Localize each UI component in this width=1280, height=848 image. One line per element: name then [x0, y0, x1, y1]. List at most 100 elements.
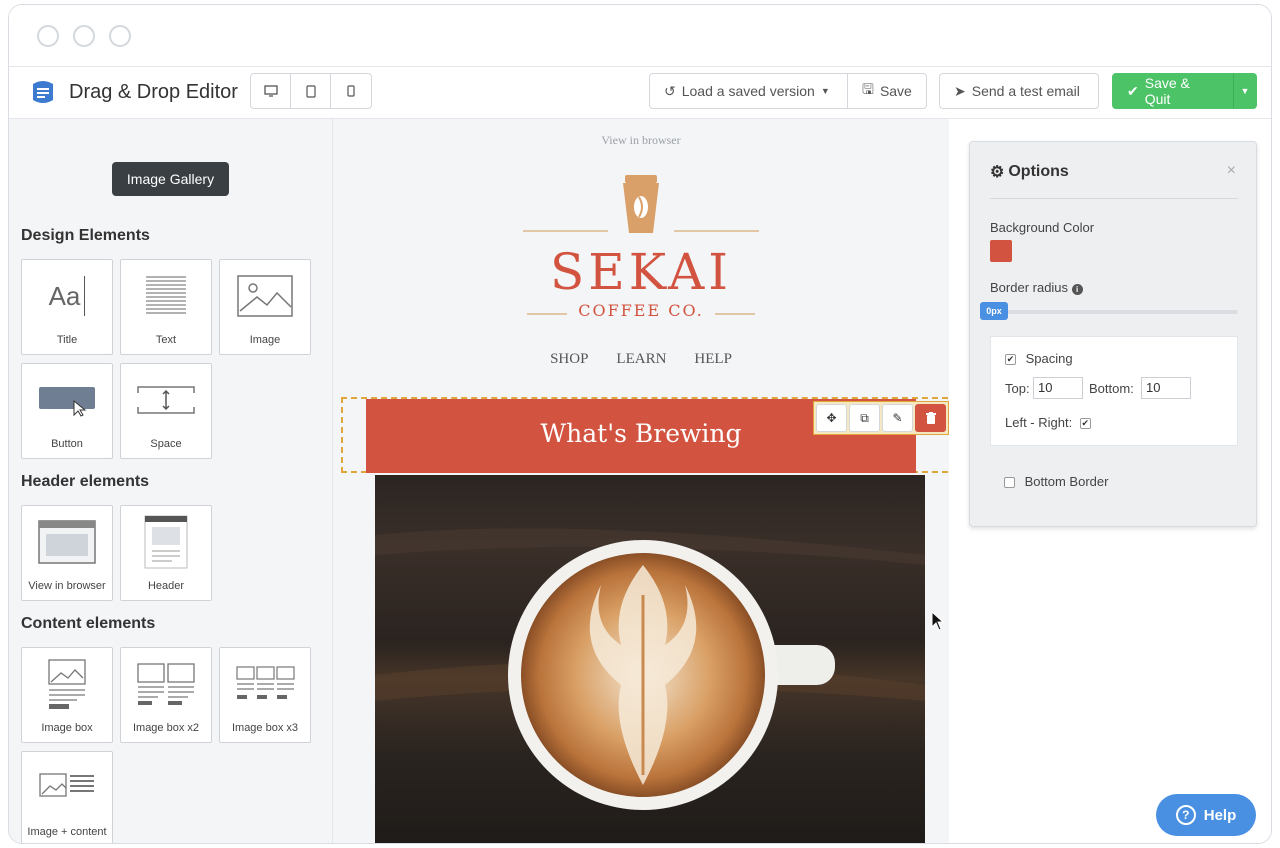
spacing-toggle[interactable]: ✔ Spacing [1005, 351, 1073, 366]
mobile-view-button[interactable] [331, 74, 371, 108]
spacing-top-input[interactable]: 10 [1033, 377, 1083, 399]
mobile-icon [347, 85, 355, 97]
tile-label: Image box x2 [132, 722, 200, 734]
text-element-icon [121, 270, 211, 322]
top-label: Top: [1005, 381, 1030, 396]
border-radius-slider-handle[interactable]: 0px [980, 302, 1008, 320]
nav-link-help[interactable]: HELP [694, 351, 732, 368]
window-close-button[interactable] [37, 25, 59, 47]
delete-block-button[interactable] [915, 404, 946, 432]
left-right-label: Left - Right: [1005, 415, 1073, 430]
border-radius-text: Border radius [990, 280, 1069, 295]
tile-label: View in browser [28, 580, 106, 592]
tile-label: Space [150, 438, 182, 450]
logo-rule [523, 230, 608, 232]
brand-name: SEKAI [550, 243, 732, 301]
image-box-icon [22, 658, 112, 710]
save-button[interactable]: 🖫 Save [847, 73, 927, 109]
send-test-email-label: Send a test email [971, 83, 1080, 99]
left-right-checkbox[interactable]: ✔ [1079, 418, 1091, 430]
paper-plane-icon: ➤ [954, 82, 966, 99]
tile-label: Header [147, 580, 185, 592]
tile-image-box-x2[interactable]: Image box x2 [120, 647, 212, 743]
header-elements-heading: Header elements [21, 473, 150, 490]
save-and-quit-button[interactable]: ✔ Save & Quit [1112, 73, 1234, 109]
tile-space[interactable]: Space [120, 363, 212, 459]
image-box-x3-icon [220, 658, 310, 710]
bottom-border-label: Bottom Border [1024, 474, 1109, 489]
app-window: Drag & Drop Editor ↺ Load a saved versio… [8, 4, 1272, 844]
tile-image-box[interactable]: Image box [21, 647, 113, 743]
question-icon: ? [1175, 805, 1196, 825]
background-color-label: Background Color [990, 220, 1095, 235]
desktop-view-button[interactable] [251, 74, 291, 108]
duplicate-block-button[interactable]: ⧉ [849, 404, 880, 432]
options-sidebar: ⚙ Options × Background Color Border radi… [931, 119, 1271, 843]
elements-sidebar: Image Gallery Design Elements Aa Title T… [9, 119, 333, 843]
tile-button[interactable]: Button [21, 363, 113, 459]
button-element-icon [22, 374, 112, 426]
tile-title[interactable]: Aa Title [21, 259, 113, 355]
window-minimize-button[interactable] [73, 25, 95, 47]
send-test-email-button[interactable]: ➤ Send a test email [939, 73, 1099, 109]
tablet-icon [305, 84, 316, 98]
border-radius-label: Border radius i [990, 280, 1083, 295]
gear-icon: ⚙ [990, 164, 1005, 181]
info-icon[interactable]: i [1071, 284, 1083, 295]
bottom-label: Bottom: [1089, 381, 1134, 396]
tile-label: Image + content [27, 826, 107, 838]
tile-text[interactable]: Text [120, 259, 212, 355]
edit-block-button[interactable]: ✎ [882, 404, 913, 432]
nav-link-shop[interactable]: SHOP [550, 351, 588, 368]
latte-art-image [375, 528, 925, 810]
caret-down-icon: ▼ [1240, 86, 1250, 96]
mouse-cursor-icon [931, 611, 945, 631]
app-title: Drag & Drop Editor [69, 81, 238, 103]
tile-label: Button [51, 438, 83, 450]
logo-rule [674, 230, 759, 232]
tile-label: Image box [41, 722, 93, 734]
image-gallery-button[interactable]: Image Gallery [112, 162, 229, 196]
tile-view-in-browser[interactable]: View in browser [21, 505, 113, 601]
move-icon: ✥ [826, 411, 837, 425]
background-color-swatch[interactable] [990, 240, 1012, 262]
design-elements-heading: Design Elements [21, 227, 150, 244]
spacing-label: Spacing [1025, 351, 1073, 366]
help-button[interactable]: ? Help [1156, 794, 1256, 836]
border-radius-slider-track[interactable] [990, 310, 1238, 314]
nav-link-learn[interactable]: LEARN [616, 351, 666, 368]
tile-label: Image [249, 334, 281, 346]
options-heading: ⚙ Options [990, 162, 1069, 182]
trash-icon [925, 412, 936, 424]
tile-label: Text [155, 334, 177, 346]
bottom-border-checkbox[interactable] [1004, 477, 1015, 489]
tile-image[interactable]: Image [219, 259, 311, 355]
load-saved-version-button[interactable]: ↺ Load a saved version ▼ [649, 73, 848, 109]
left-right-toggle[interactable]: Left - Right: ✔ [1005, 415, 1091, 430]
coffee-cup-icon [623, 175, 659, 233]
window-maximize-button[interactable] [109, 25, 131, 47]
tile-header[interactable]: Header [120, 505, 212, 601]
brand-logo[interactable]: SEKAI COFFEE CO. [523, 175, 759, 325]
close-options-button[interactable]: × [1227, 162, 1236, 180]
spacing-checkbox[interactable]: ✔ [1005, 354, 1016, 366]
options-panel: ⚙ Options × Background Color Border radi… [969, 141, 1257, 527]
tile-label: Title [56, 334, 78, 346]
view-in-browser-link[interactable]: View in browser [333, 133, 949, 148]
save-options-dropdown[interactable]: ▼ [1233, 73, 1257, 109]
image-box-x2-icon [121, 658, 211, 710]
move-block-button[interactable]: ✥ [816, 404, 847, 432]
image-element-icon [220, 270, 310, 322]
title-element-icon: Aa [22, 270, 112, 322]
help-label: Help [1203, 806, 1237, 824]
tablet-view-button[interactable] [291, 74, 331, 108]
tile-label: Image box x3 [231, 722, 299, 734]
coffee-photo[interactable] [375, 475, 925, 843]
spacing-bottom-input[interactable]: 10 [1141, 377, 1191, 399]
tile-image-content[interactable]: Image + content [21, 751, 113, 843]
browser-window-icon [22, 516, 112, 568]
bottom-border-toggle[interactable]: Bottom Border [1004, 474, 1108, 489]
tile-image-box-x3[interactable]: Image box x3 [219, 647, 311, 743]
copy-icon: ⧉ [860, 410, 869, 425]
check-icon: ✔ [1127, 82, 1139, 99]
